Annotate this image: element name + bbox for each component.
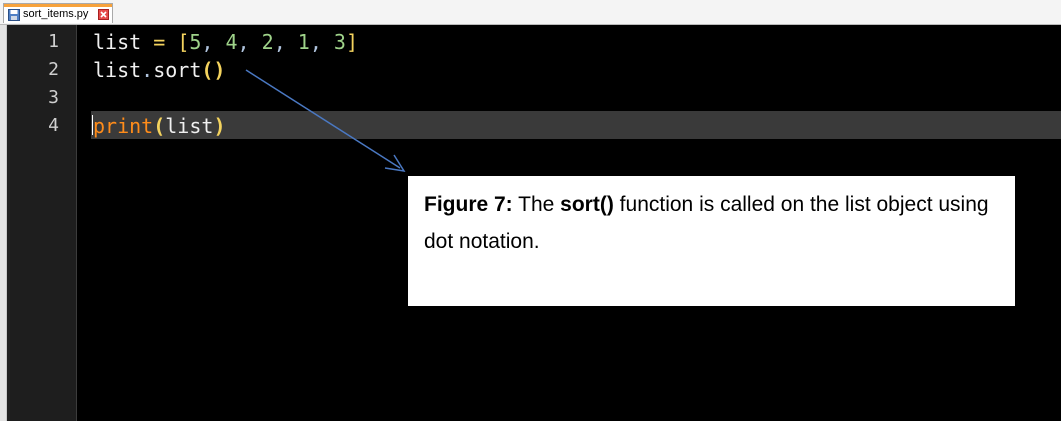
- code-comma: ,: [309, 30, 322, 54]
- code-number: 3: [333, 30, 346, 54]
- code-line-4[interactable]: print(list): [93, 112, 225, 140]
- window-left-edge: [0, 25, 7, 421]
- code-identifier: list: [93, 58, 142, 82]
- code-comma: ,: [273, 30, 286, 54]
- code-number: 5: [189, 30, 202, 54]
- code-parentheses: (: [153, 114, 166, 138]
- code-method: sort: [153, 58, 202, 82]
- tab-filename: sort_items.py: [23, 8, 89, 20]
- fold-margin: [77, 25, 91, 421]
- caption-text: The: [512, 193, 561, 216]
- code-keyword: print: [93, 114, 154, 138]
- code-bracket: ]: [345, 30, 359, 54]
- code-number: 2: [261, 30, 274, 54]
- figure-caption: Figure 7: The sort() function is called …: [408, 176, 1015, 306]
- code-identifier: list: [93, 30, 142, 54]
- code-operator: =: [153, 30, 166, 54]
- active-tab-indicator: [4, 4, 112, 7]
- code-parentheses: (): [201, 58, 226, 82]
- code-number: 1: [297, 30, 310, 54]
- code-line-2[interactable]: list.sort(): [93, 56, 225, 84]
- code-comma: ,: [237, 30, 250, 54]
- line-number: 4: [48, 115, 59, 136]
- code-line-1[interactable]: list = [5, 4, 2, 1, 3]: [93, 28, 358, 56]
- code-identifier: list: [165, 114, 214, 138]
- tab-bar: sort_items.py: [0, 0, 1061, 25]
- close-icon[interactable]: [98, 9, 109, 20]
- code-bracket: [: [177, 30, 190, 54]
- tab-sort-items[interactable]: sort_items.py: [3, 3, 113, 23]
- text-caret: [92, 115, 93, 135]
- line-number: 3: [48, 87, 59, 108]
- code-number: 4: [225, 30, 238, 54]
- line-number: 2: [48, 59, 59, 80]
- code-dot: .: [141, 58, 154, 82]
- line-number: 1: [48, 31, 59, 52]
- figure-label: Figure 7:: [424, 193, 513, 216]
- save-icon: [8, 9, 20, 21]
- caption-method: sort(): [560, 193, 614, 216]
- current-line-highlight: [91, 111, 1061, 139]
- line-number-gutter: 1 2 3 4: [7, 25, 77, 421]
- code-comma: ,: [201, 30, 214, 54]
- code-parentheses: ): [213, 114, 226, 138]
